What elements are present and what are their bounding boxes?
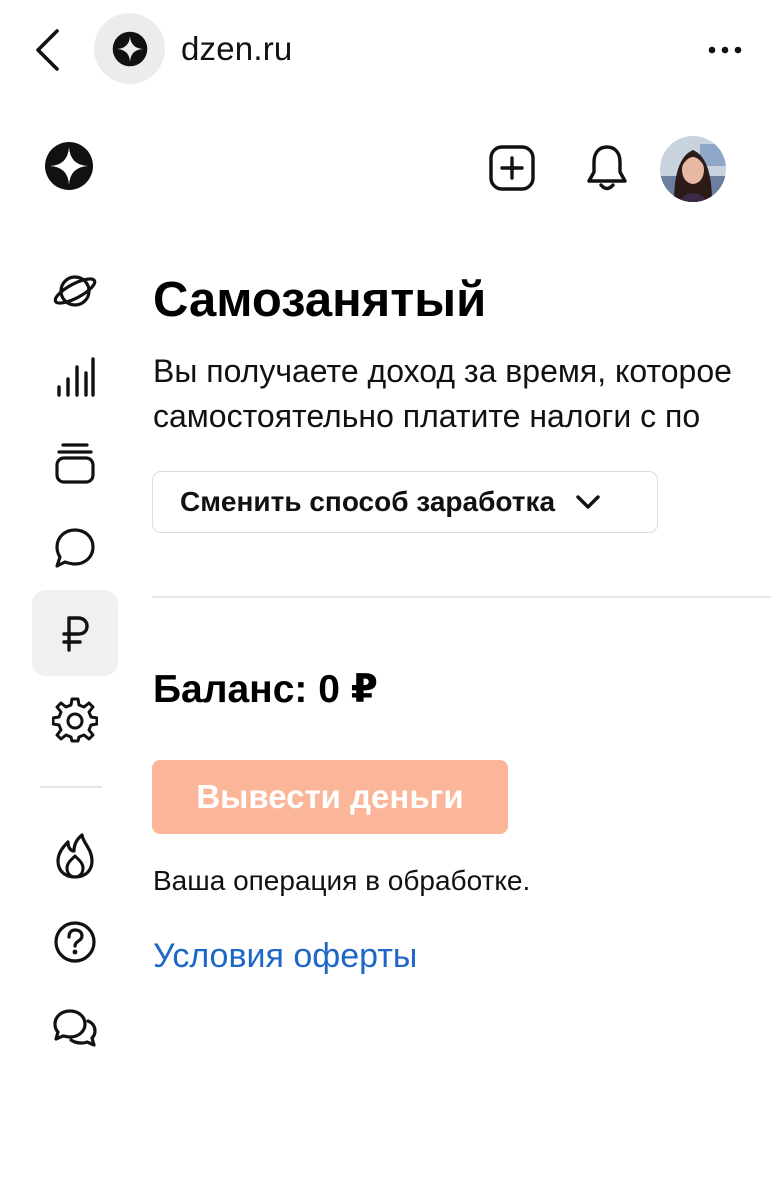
bell-icon	[587, 145, 627, 191]
flame-icon	[56, 833, 94, 879]
sidebar-item-comments[interactable]	[32, 505, 118, 591]
sidebar-item-statistics[interactable]	[32, 333, 118, 419]
avatar[interactable]	[660, 136, 726, 202]
question-circle-icon	[54, 921, 96, 963]
url-text[interactable]: dzen.ru	[181, 30, 292, 68]
notifications-button[interactable]	[580, 140, 634, 196]
withdraw-money-label: Вывести деньги	[196, 778, 464, 815]
back-button[interactable]	[22, 22, 72, 78]
operation-status-text: Ваша операция в обработке.	[153, 865, 531, 896]
sidebar-item-trending[interactable]	[32, 813, 118, 899]
offer-terms-link[interactable]: Условия оферты	[153, 937, 417, 976]
stack-icon	[55, 443, 95, 484]
dzen-logo-icon	[112, 31, 147, 66]
chevron-left-icon	[36, 29, 59, 71]
withdraw-money-button[interactable]: Вывести деньги	[152, 760, 508, 834]
gear-icon	[52, 697, 98, 743]
bar-chart-icon	[57, 357, 95, 397]
sidebar-item-feed[interactable]	[32, 248, 118, 334]
content-divider	[152, 596, 771, 598]
planet-icon	[53, 275, 97, 307]
balance-text: Баланс: 0 ₽	[153, 668, 378, 711]
switch-earning-method-button[interactable]: Сменить способ заработка	[152, 471, 658, 533]
page-description: Вы получаете доход за время, которое сам…	[153, 349, 771, 439]
description-line-2: самостоятельно платите налоги с по	[153, 398, 701, 434]
create-post-button[interactable]	[484, 140, 540, 196]
chat-bubbles-icon	[53, 1009, 97, 1047]
sidebar-item-help[interactable]	[32, 899, 118, 985]
more-options-button[interactable]	[698, 25, 752, 75]
site-info-button[interactable]	[94, 13, 165, 84]
plus-square-icon	[489, 145, 535, 191]
sidebar-item-monetization[interactable]	[32, 590, 118, 676]
browser-address-bar: dzen.ru	[0, 0, 771, 105]
dzen-logo-icon	[45, 142, 93, 190]
speech-bubble-icon	[55, 528, 95, 568]
sidebar-item-support-chat[interactable]	[32, 985, 118, 1071]
sidebar-item-settings[interactable]	[32, 677, 118, 763]
ruble-icon	[62, 616, 89, 652]
dzen-logo[interactable]	[44, 141, 94, 191]
description-line-1: Вы получаете доход за время, которое	[153, 353, 732, 389]
sidebar-item-publications[interactable]	[32, 420, 118, 506]
sidebar-divider	[40, 786, 102, 788]
user-avatar-image	[660, 136, 726, 202]
page-title: Самозанятый	[153, 273, 487, 327]
more-dots-icon	[708, 46, 742, 54]
chevron-down-icon	[575, 494, 601, 510]
switch-earning-method-label: Сменить способ заработка	[180, 486, 556, 517]
